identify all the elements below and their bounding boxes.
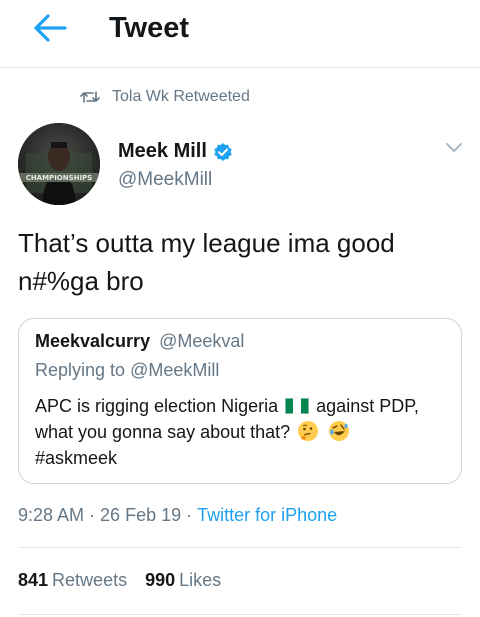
author-name-row: Meek Mill xyxy=(118,140,233,163)
thinking-face-icon xyxy=(298,421,319,441)
avatar-image: CHAMPIONSHIPS xyxy=(18,123,100,205)
retweets-stat[interactable]: 841 Retweets xyxy=(18,570,127,591)
author-handle[interactable]: @MeekMill xyxy=(118,169,212,191)
divider xyxy=(18,547,462,548)
tweet-text: That’s outta my league ima good n#%ga br… xyxy=(18,228,395,296)
replying-prefix: Replying to xyxy=(35,360,126,380)
top-bar: Tweet xyxy=(0,0,480,68)
timestamp: 9:28 AM xyxy=(18,505,85,525)
separator: · xyxy=(89,505,96,525)
quoted-author-name: Meekvalcurry xyxy=(35,331,151,351)
likes-stat[interactable]: 990 Likes xyxy=(145,570,221,591)
tweet-date: 26 Feb 19 xyxy=(100,505,182,525)
retweet-label: Tola Wk Retweeted xyxy=(112,88,250,105)
source-link[interactable]: Twitter for iPhone xyxy=(197,505,337,525)
retweet-icon xyxy=(80,91,100,103)
quoted-tweet-text: APC is rigging election Nigeria against … xyxy=(35,393,455,471)
quoted-text-part1: APC is rigging election Nigeria xyxy=(35,396,279,416)
replying-to: Replying to @MeekMill xyxy=(35,360,219,381)
rolling-laughing-icon xyxy=(329,421,350,441)
engagement-stats: 841 Retweets 990 Likes xyxy=(18,570,239,591)
quoted-author-handle: @Meekval xyxy=(159,331,245,351)
retweets-count: 841 xyxy=(18,570,49,590)
chevron-down-icon xyxy=(446,143,462,152)
likes-label: Likes xyxy=(179,570,222,590)
verified-badge xyxy=(213,142,233,162)
more-options-button[interactable] xyxy=(443,136,465,158)
quoted-author: Meekvalcurry @Meekval xyxy=(35,331,244,352)
page-title: Tweet xyxy=(109,12,190,44)
replying-handle[interactable]: @MeekMill xyxy=(130,360,219,380)
retweet-context: Tola Wk Retweeted xyxy=(80,86,250,108)
likes-count: 990 xyxy=(145,570,176,590)
separator: · xyxy=(186,505,193,525)
avatar[interactable]: CHAMPIONSHIPS xyxy=(18,123,100,205)
author-name[interactable]: Meek Mill xyxy=(118,140,207,163)
quoted-tweet[interactable]: Meekvalcurry @Meekval Replying to @MeekM… xyxy=(18,318,462,484)
arrow-left-icon xyxy=(34,14,67,42)
retweets-label: Retweets xyxy=(52,570,128,590)
back-button[interactable] xyxy=(30,10,70,46)
nigeria-flag-icon xyxy=(285,398,310,414)
hashtag-link[interactable]: #askmeek xyxy=(35,448,117,468)
tweet-meta: 9:28 AM · 26 Feb 19 · Twitter for iPhone xyxy=(18,505,337,526)
divider xyxy=(18,614,462,615)
svg-text:CHAMPIONSHIPS: CHAMPIONSHIPS xyxy=(26,174,93,182)
verified-icon xyxy=(214,142,232,161)
